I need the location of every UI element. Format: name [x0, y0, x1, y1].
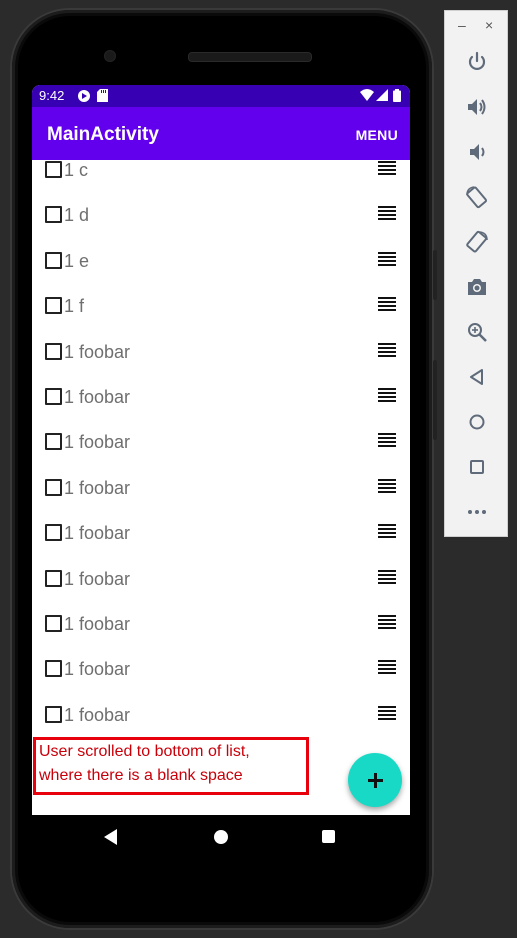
device-screen: 9:42 MainActivity MENU 1 c 1 d 1 e 1 f 1 foo… — [32, 85, 410, 815]
nav-home-icon[interactable] — [214, 830, 228, 844]
app-title: MainActivity — [47, 124, 159, 145]
phone-side-button-lower — [433, 360, 437, 440]
item-checkbox[interactable] — [45, 569, 62, 587]
emulator-toolbar: – × — [444, 10, 508, 537]
overview-icon[interactable] — [465, 455, 489, 479]
volume-up-icon[interactable] — [465, 95, 489, 119]
item-label: 1 foobar — [64, 387, 131, 407]
item-label: 1 foobar — [64, 477, 131, 498]
list-item[interactable]: 1 foobar — [32, 471, 410, 516]
drag-handle-icon[interactable] — [378, 660, 396, 675]
annotation-box: User scrolled to bottom of list, where t… — [33, 737, 309, 795]
item-label: 1 foobar — [64, 341, 131, 362]
item-checkbox[interactable] — [45, 524, 62, 542]
list-item[interactable]: 1 foobar — [32, 516, 410, 561]
wifi-icon — [360, 89, 374, 104]
item-label: 1 foobar — [64, 614, 131, 634]
drag-handle-icon[interactable] — [378, 388, 396, 402]
drag-handle-icon[interactable] — [378, 524, 396, 539]
item-checkbox[interactable] — [45, 388, 62, 405]
drag-handle-icon[interactable] — [378, 161, 396, 175]
item-label: 1 e — [64, 250, 90, 271]
item-checkbox[interactable] — [45, 705, 62, 723]
annotation-line-1: User scrolled to bottom of list, — [39, 743, 250, 760]
rotate-left-icon[interactable] — [465, 185, 489, 209]
list-item[interactable]: 1 foobar — [32, 335, 410, 380]
annotation-line-2: where there is a blank space — [39, 767, 243, 784]
list-item[interactable]: 1 foobar — [32, 425, 410, 470]
item-checkbox[interactable] — [45, 297, 62, 315]
item-label: 1 foobar — [64, 659, 131, 680]
item-checkbox[interactable] — [45, 478, 62, 496]
play-protect-icon — [77, 89, 91, 106]
list-item[interactable]: 1 foobar — [32, 562, 410, 607]
drag-handle-icon[interactable] — [378, 251, 396, 266]
drag-handle-icon[interactable] — [378, 342, 396, 357]
item-checkbox[interactable] — [45, 433, 62, 451]
item-checkbox[interactable] — [45, 251, 62, 269]
status-bar: 9:42 — [32, 85, 410, 107]
more-icon[interactable] — [465, 500, 489, 524]
item-list[interactable]: 1 c 1 d 1 e 1 f 1 foobar 1 foobar 1 foobar 1 fo… — [32, 160, 410, 815]
list-item[interactable]: 1 c — [32, 160, 410, 198]
item-label: 1 foobar — [64, 523, 131, 544]
item-checkbox[interactable] — [45, 206, 62, 224]
list-item[interactable]: 1 d — [32, 198, 410, 243]
system-nav-bar — [32, 815, 410, 863]
drag-handle-icon[interactable] — [378, 615, 396, 629]
minimize-button[interactable]: – — [458, 17, 466, 33]
list-item[interactable]: 1 foobar — [32, 380, 410, 425]
camera-icon[interactable] — [465, 275, 489, 299]
item-checkbox[interactable] — [45, 342, 62, 360]
cell-signal-icon — [376, 89, 388, 104]
item-label: 1 foobar — [64, 432, 131, 453]
drag-handle-icon[interactable] — [378, 297, 396, 312]
close-button[interactable]: × — [485, 17, 493, 33]
item-label: 1 f — [64, 296, 85, 317]
nav-back-icon[interactable] — [104, 829, 117, 845]
back-icon[interactable] — [465, 365, 489, 389]
item-checkbox[interactable] — [45, 615, 62, 632]
list-item[interactable]: 1 foobar — [32, 607, 410, 652]
nav-recents-icon[interactable] — [322, 830, 335, 843]
list-item[interactable]: 1 foobar — [32, 652, 410, 697]
volume-down-icon[interactable] — [465, 140, 489, 164]
rotate-right-icon[interactable] — [465, 230, 489, 254]
phone-side-button-upper — [433, 250, 437, 300]
item-label: 1 foobar — [64, 704, 131, 725]
item-label: 1 d — [64, 205, 90, 226]
item-checkbox[interactable] — [45, 161, 62, 178]
zoom-icon[interactable] — [465, 320, 489, 344]
item-label: 1 c — [64, 160, 89, 180]
drag-handle-icon[interactable] — [378, 705, 396, 720]
power-icon[interactable] — [465, 50, 489, 74]
item-checkbox[interactable] — [45, 660, 62, 678]
front-camera — [104, 50, 116, 62]
sd-card-icon — [97, 89, 108, 105]
list-item[interactable]: 1 f — [32, 289, 410, 334]
item-label: 1 foobar — [64, 568, 131, 589]
status-time: 9:42 — [39, 88, 65, 103]
app-bar: MainActivity MENU — [32, 107, 410, 160]
menu-button[interactable]: MENU — [356, 127, 398, 143]
drag-handle-icon[interactable] — [378, 433, 396, 448]
drag-handle-icon[interactable] — [378, 569, 396, 584]
drag-handle-icon[interactable] — [378, 206, 396, 221]
home-icon[interactable] — [465, 410, 489, 434]
battery-icon — [393, 89, 401, 105]
drag-handle-icon[interactable] — [378, 478, 396, 493]
add-fab-button[interactable] — [348, 753, 402, 807]
earpiece-speaker — [188, 52, 312, 62]
list-item[interactable]: 1 e — [32, 244, 410, 289]
